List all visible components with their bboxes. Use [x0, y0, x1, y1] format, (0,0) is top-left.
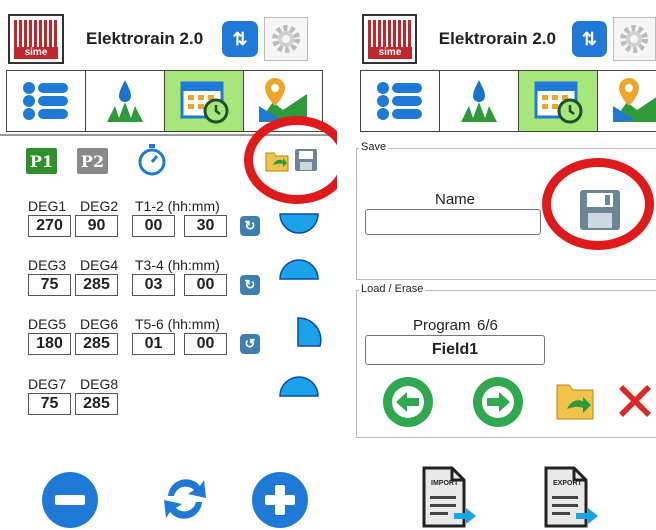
map-pin-icon — [613, 78, 656, 122]
t5-6-minutes-input[interactable]: 00 — [184, 333, 227, 355]
calendar-timer-icon — [180, 81, 229, 124]
import-label: IMPORT — [431, 480, 459, 487]
calendar-timer-icon — [534, 81, 583, 124]
t1-2-minutes-input[interactable]: 30 — [184, 215, 227, 237]
deg4-label: DEG4 — [80, 257, 119, 273]
deg8-label: DEG8 — [80, 376, 119, 392]
minus-icon[interactable] — [40, 470, 100, 530]
tab-program-list[interactable] — [360, 70, 440, 132]
program-counter: 6/6 — [477, 317, 498, 334]
sector-bottom-icon — [279, 213, 319, 234]
tab-schedule[interactable] — [164, 70, 244, 132]
app-header: sime Elektrorain 2.0 ⇅ — [362, 14, 656, 64]
program-p1-button[interactable]: P1 — [26, 148, 57, 174]
transfer-button[interactable]: ⇅ — [222, 21, 258, 57]
irrigation-icon — [107, 80, 143, 122]
irrigation-icon — [461, 80, 497, 122]
reset-row-3-button[interactable]: ↺ — [240, 334, 260, 354]
deg5-label: DEG5 — [28, 316, 67, 332]
tab-irrigation[interactable] — [85, 70, 165, 132]
t3-4-minutes-input[interactable]: 00 — [184, 274, 227, 296]
reset-row-2-button[interactable]: ↻ — [240, 275, 260, 295]
arrow-left-icon — [392, 386, 424, 418]
main-tabs — [360, 70, 656, 132]
sector-top-icon — [279, 376, 319, 397]
name-input[interactable] — [365, 209, 541, 235]
highlight-ring-save — [244, 116, 337, 204]
folder-load-icon[interactable] — [555, 377, 597, 421]
settings-button[interactable] — [264, 17, 308, 61]
sector-top-icon — [279, 259, 319, 280]
tab-irrigation[interactable] — [439, 70, 519, 132]
highlight-ring-save — [542, 158, 654, 250]
transfer-button[interactable]: ⇅ — [571, 21, 607, 57]
export-file-icon[interactable] — [542, 466, 600, 528]
reset-row-1-button[interactable]: ↻ — [240, 216, 260, 236]
t5-6-hours-input[interactable]: 01 — [132, 333, 175, 355]
program-name-field[interactable]: Field1 — [365, 335, 545, 365]
deg1-input[interactable]: 270 — [28, 215, 71, 237]
program-label: Program — [413, 317, 471, 334]
import-file-icon[interactable] — [420, 466, 478, 528]
deg7-label: DEG7 — [28, 376, 67, 392]
sector-right-icon — [297, 317, 322, 347]
t3-4-label: T3-4 (hh:mm) — [135, 257, 220, 273]
program-editor-panel: sime Elektrorain 2.0 ⇅ P1 P2 DEG1 DEG2 T… — [0, 0, 337, 530]
export-label: EXPORT — [553, 480, 582, 487]
list-icon — [23, 82, 68, 120]
load-erase-section: Load / Erase Program 6/6 Field1 — [356, 283, 656, 438]
settings-button[interactable] — [612, 17, 656, 61]
save-legend: Save — [359, 141, 389, 153]
sime-logo: sime — [362, 14, 417, 64]
t3-4-hours-input[interactable]: 03 — [132, 274, 175, 296]
app-header: sime Elektrorain 2.0 ⇅ — [8, 14, 337, 64]
t5-6-label: T5-6 (hh:mm) — [135, 316, 220, 332]
deg5-input[interactable]: 180 — [28, 333, 71, 355]
sync-icon[interactable] — [158, 472, 212, 526]
arrow-right-icon — [482, 386, 514, 418]
deg2-label: DEG2 — [80, 198, 119, 214]
gear-icon — [620, 25, 649, 53]
t1-2-label: T1-2 (hh:mm) — [135, 198, 220, 214]
swap-arrows-icon: ⇅ — [232, 28, 248, 49]
previous-program-button[interactable] — [383, 377, 433, 427]
delete-x-icon[interactable] — [615, 381, 655, 421]
next-program-button[interactable] — [473, 377, 523, 427]
sime-logo: sime — [8, 14, 64, 64]
list-icon — [377, 82, 422, 120]
t1-2-hours-input[interactable]: 00 — [132, 215, 175, 237]
deg2-input[interactable]: 90 — [75, 215, 118, 237]
tab-program-list[interactable] — [6, 70, 86, 132]
name-label: Name — [435, 191, 476, 208]
deg3-label: DEG3 — [28, 257, 67, 273]
load-erase-legend: Load / Erase — [359, 283, 426, 295]
app-title: Elektrorain 2.0 — [438, 29, 556, 48]
deg4-input[interactable]: 285 — [75, 274, 118, 296]
deg8-input[interactable]: 285 — [75, 393, 118, 415]
deg6-label: DEG6 — [80, 316, 119, 332]
save-load-panel: sime Elektrorain 2.0 ⇅ Save Name Load / … — [354, 0, 656, 530]
deg1-label: DEG1 — [28, 198, 67, 214]
gear-icon — [272, 25, 300, 53]
deg6-input[interactable]: 285 — [75, 333, 118, 355]
swap-arrows-icon: ⇅ — [581, 28, 597, 49]
tab-map[interactable] — [597, 70, 656, 132]
stopwatch-icon[interactable] — [136, 143, 168, 177]
app-title: Elektrorain 2.0 — [86, 29, 204, 48]
deg3-input[interactable]: 75 — [28, 274, 71, 296]
tab-schedule[interactable] — [518, 70, 598, 132]
program-p2-button[interactable]: P2 — [77, 148, 108, 174]
plus-icon[interactable] — [250, 470, 310, 530]
deg7-input[interactable]: 75 — [28, 393, 71, 415]
